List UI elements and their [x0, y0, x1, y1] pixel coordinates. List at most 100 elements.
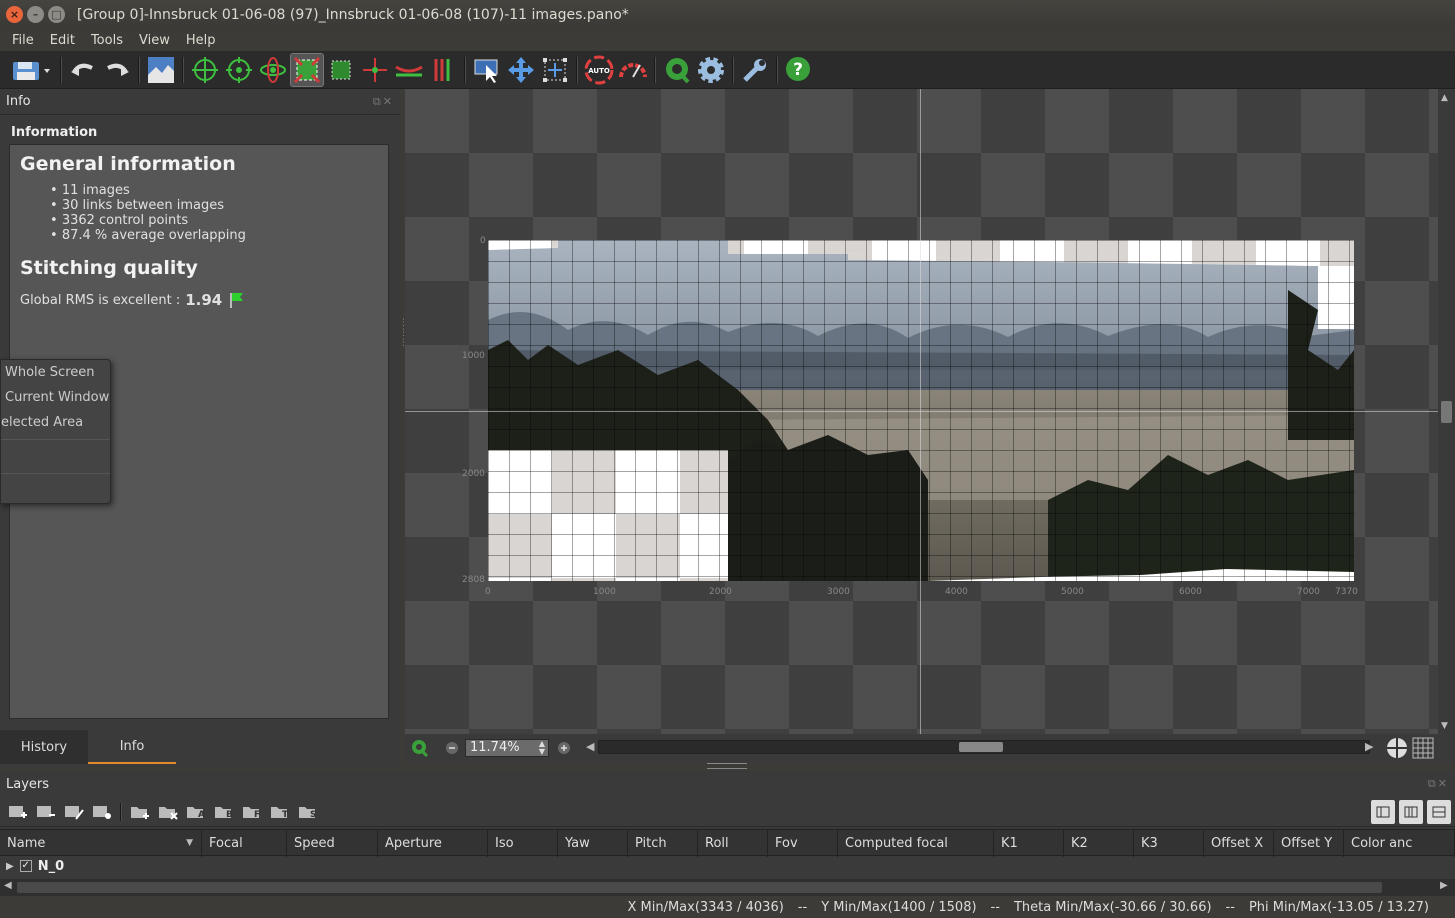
column-k3[interactable]: K3 — [1134, 830, 1204, 857]
menu-item-whole-screen[interactable]: Whole Screen — [1, 360, 110, 385]
layers-horizontal-scrollbar[interactable]: ◀ ▶ — [0, 879, 1455, 896]
group-t-icon[interactable]: T — [266, 800, 294, 824]
redo-icon[interactable] — [100, 53, 134, 87]
column-roll[interactable]: Roll — [698, 830, 768, 857]
column-k2[interactable]: K2 — [1064, 830, 1134, 857]
scroll-right-arrow-icon[interactable]: ▶ — [1365, 740, 1373, 753]
view-expanded-icon[interactable] — [1371, 799, 1395, 824]
horizon-point-icon[interactable] — [358, 53, 392, 87]
minimize-window-button[interactable]: – — [27, 6, 44, 23]
column-pitch[interactable]: Pitch — [628, 830, 698, 857]
scroll-down-arrow-icon[interactable]: ▼ — [1441, 721, 1448, 731]
scroll-left-arrow-icon[interactable]: ◀ — [586, 740, 594, 753]
view-compact-icon[interactable] — [1427, 799, 1451, 824]
dock-float-close-icon[interactable]: ⧉✕ — [373, 95, 394, 109]
zoom-fit-icon[interactable] — [409, 738, 429, 758]
canvas-vertical-scrollbar[interactable]: ▲ ▼ — [1438, 89, 1455, 734]
group-s-icon[interactable]: S — [294, 800, 322, 824]
layer-visible-checkbox[interactable]: ✓ — [19, 860, 32, 872]
group-b-icon[interactable]: B — [210, 800, 238, 824]
column-yaw[interactable]: Yaw — [558, 830, 628, 857]
select-tool-icon[interactable] — [470, 53, 504, 87]
ruler-x-label: 1000 — [593, 587, 616, 597]
column-offset-y[interactable]: Offset Y — [1274, 830, 1344, 857]
horizon-line-icon[interactable] — [392, 53, 426, 87]
column-offset-x[interactable]: Offset X — [1204, 830, 1274, 857]
menu-view[interactable]: View — [131, 33, 178, 48]
vertical-lines-icon[interactable] — [426, 53, 460, 87]
grid-toggle-icon[interactable] — [1411, 736, 1435, 760]
main-toolbar: AUTO ? — [0, 51, 1455, 89]
crosshair-toggle-icon[interactable] — [1385, 736, 1409, 760]
zoom-in-icon[interactable] — [557, 741, 571, 755]
menu-edit[interactable]: Edit — [42, 33, 83, 48]
layers-splitter-handle[interactable] — [707, 763, 747, 769]
column-iso[interactable]: Iso — [488, 830, 558, 857]
render-icon[interactable] — [660, 53, 694, 87]
undo-icon[interactable] — [66, 53, 100, 87]
scroll-right-arrow-icon[interactable]: ▶ — [1440, 880, 1448, 891]
group-a-icon[interactable]: A — [182, 800, 210, 824]
preferences-wrench-icon[interactable] — [738, 53, 772, 87]
scroll-thumb[interactable] — [1441, 401, 1452, 423]
help-icon[interactable]: ? — [782, 53, 816, 87]
dock-splitter-handle[interactable]: ⋮ ⋮ ⋮ — [399, 318, 408, 356]
control-points-tool-icon[interactable] — [290, 52, 324, 87]
status-separator: -- — [1225, 899, 1235, 915]
column-fov[interactable]: Fov — [768, 830, 838, 857]
maximize-window-button[interactable]: □ — [48, 6, 65, 23]
layers-float-close-icon[interactable]: ⧉✕ — [1428, 777, 1449, 791]
menu-help[interactable]: Help — [178, 33, 224, 48]
zoom-bar: 11.74% ▲ ▼ ◀ ▶ — [405, 734, 1455, 762]
settings-gear-icon[interactable] — [694, 53, 728, 87]
auto-label: AUTO — [588, 67, 610, 75]
move-tool-icon[interactable] — [504, 53, 538, 87]
panorama-canvas[interactable]: 0 1000 2000 3000 4000 5000 6000 7000 737… — [405, 89, 1438, 734]
column-computed-focal[interactable]: Computed focal — [838, 830, 994, 857]
edit-image-icon[interactable] — [60, 800, 88, 824]
column-k1[interactable]: K1 — [994, 830, 1064, 857]
target-center-icon[interactable] — [222, 53, 256, 87]
color-gauge-icon[interactable] — [616, 53, 650, 87]
ruler-x-label: 3000 — [827, 587, 850, 597]
scroll-thumb[interactable] — [17, 882, 1382, 893]
target-add-icon[interactable] — [188, 53, 222, 87]
close-window-button[interactable]: × — [6, 6, 23, 23]
view-list-icon[interactable] — [1399, 799, 1423, 824]
canvas-horizontal-scrollbar[interactable] — [598, 740, 1370, 754]
tab-info[interactable]: Info — [88, 730, 176, 764]
layers-title: Layers — [6, 776, 50, 792]
menu-item-selected-area[interactable]: elected Area — [1, 410, 110, 435]
scroll-thumb[interactable] — [959, 742, 1003, 752]
menu-file[interactable]: File — [4, 33, 42, 48]
remove-image-icon[interactable] — [32, 800, 60, 824]
save-dropdown-icon[interactable] — [6, 53, 56, 87]
panorama-preview-icon[interactable] — [144, 53, 178, 87]
transform-tool-icon[interactable] — [538, 53, 572, 87]
orbit-icon[interactable] — [256, 53, 290, 87]
add-image-icon[interactable] — [4, 800, 32, 824]
group-f-icon[interactable]: F — [238, 800, 266, 824]
scroll-up-arrow-icon[interactable]: ▲ — [1441, 93, 1448, 103]
add-group-icon[interactable] — [126, 800, 154, 824]
menu-tools[interactable]: Tools — [83, 33, 131, 48]
table-row[interactable]: ▶ ✓ N_0 — [0, 856, 64, 876]
zoom-out-icon[interactable] — [445, 741, 459, 755]
menu-item-current-window[interactable]: Current Window — [1, 385, 110, 410]
zoom-level-input[interactable]: 11.74% ▲ ▼ — [465, 739, 549, 757]
tab-history[interactable]: History — [0, 730, 88, 764]
column-focal[interactable]: Focal — [202, 830, 287, 857]
rms-label: Global RMS is excellent : — [20, 292, 181, 308]
zoom-spin-arrows-icon[interactable]: ▲ ▼ — [539, 740, 545, 756]
column-aperture[interactable]: Aperture — [378, 830, 488, 857]
image-settings-icon[interactable] — [88, 800, 116, 824]
scroll-left-arrow-icon[interactable]: ◀ — [4, 880, 12, 891]
expand-arrow-icon[interactable]: ▶ — [6, 861, 14, 872]
menu-item-blank[interactable] — [1, 444, 110, 469]
column-name[interactable]: Name ▼ — [0, 830, 202, 857]
crop-icon[interactable] — [324, 53, 358, 87]
column-color-anchor[interactable]: Color anc — [1344, 830, 1455, 857]
auto-color-icon[interactable]: AUTO — [582, 53, 616, 87]
remove-group-icon[interactable] — [154, 800, 182, 824]
column-speed[interactable]: Speed — [287, 830, 378, 857]
